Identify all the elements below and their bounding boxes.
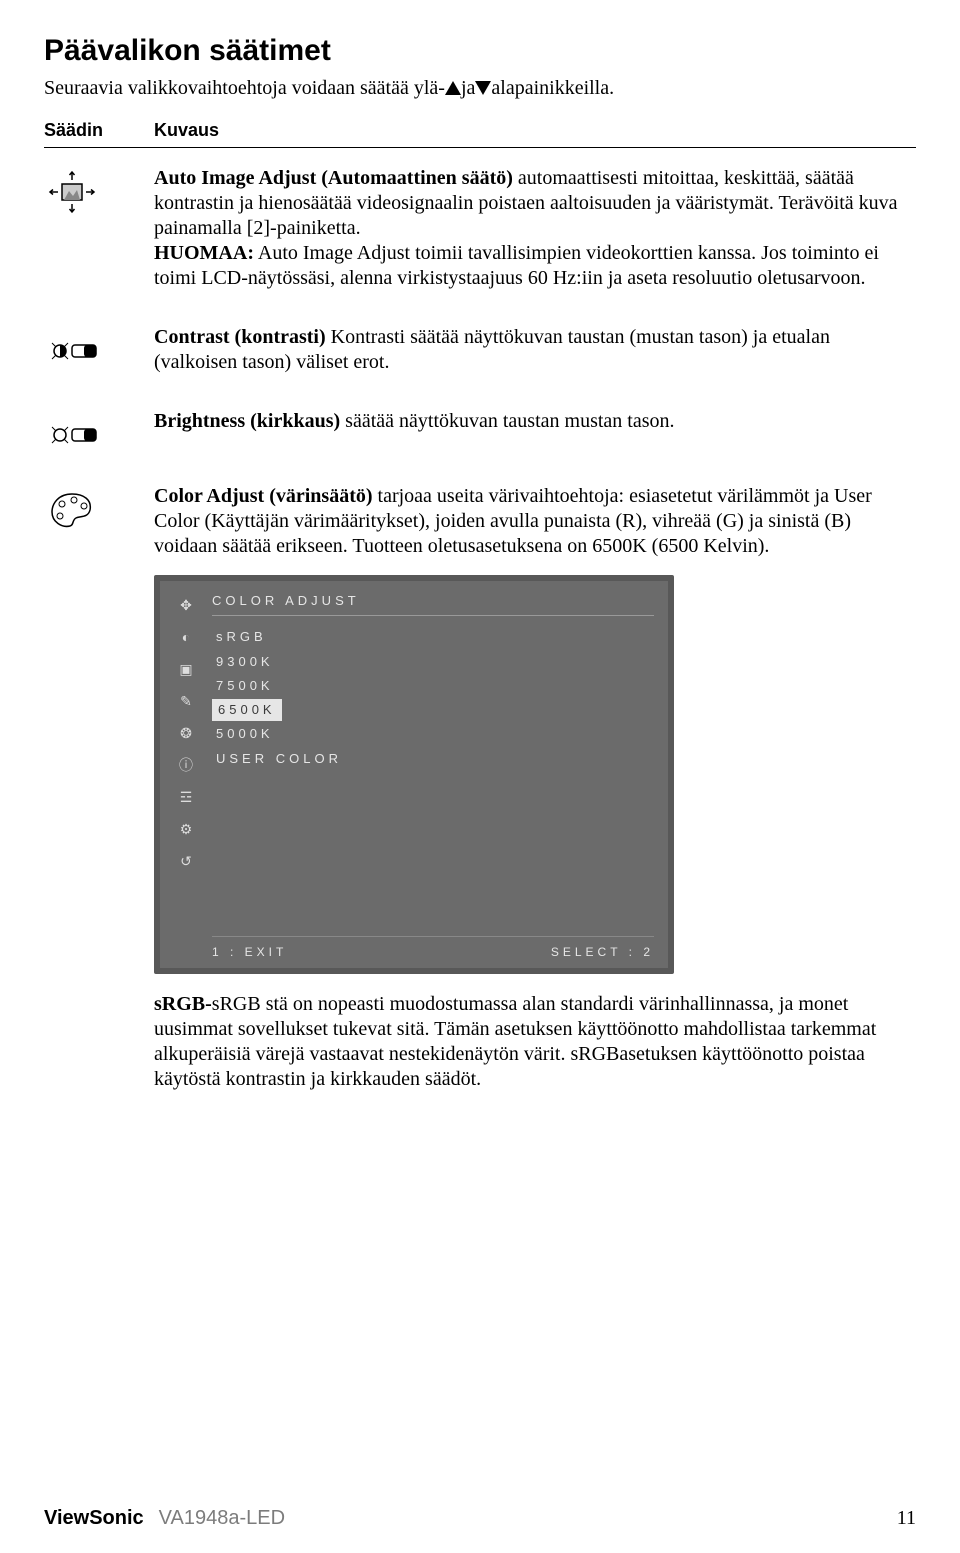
table-header-description: Kuvaus xyxy=(154,119,916,142)
intro-mid: ja xyxy=(461,77,475,99)
footer-page-number: 11 xyxy=(897,1506,916,1531)
color-label: Color Adjust (värinsäätö) xyxy=(154,485,373,507)
osd-title: COLOR ADJUST xyxy=(212,591,654,616)
table-row: Contrast (kontrasti) Kontrasti säätää nä… xyxy=(44,325,916,391)
osd-side-reset-icon: ↺ xyxy=(177,851,199,873)
table-header-row: Säädin Kuvaus xyxy=(44,119,916,149)
osd-side-setup-icon: ⚙ xyxy=(177,819,199,841)
contrast-icon xyxy=(44,327,100,375)
srgb-desc: sRGB-sRGB stä on nopeasti muodostumassa … xyxy=(154,992,916,1092)
color-adjust-icon xyxy=(44,486,100,534)
osd-exit-label: 1 : EXIT xyxy=(212,945,287,960)
brightness-icon xyxy=(44,411,100,459)
osd-item-5000k[interactable]: 5000K xyxy=(212,723,654,745)
auto-note-text: Auto Image Adjust toimii tavallisimpien … xyxy=(154,242,879,289)
osd-item-6500k[interactable]: 6500K xyxy=(212,699,282,721)
osd-sidebar: ✥ ◐ ▣ ✎ ❂ ⓘ ☲ ⚙ ↺ xyxy=(168,591,208,960)
table-row: Color Adjust (värinsäätö) tarjoaa useita… xyxy=(44,484,916,1108)
brightness-label: Brightness (kirkkaus) xyxy=(154,410,340,432)
auto-image-adjust-desc: Auto Image Adjust (Automaattinen säätö) … xyxy=(154,166,916,291)
osd-side-color-icon: ✎ xyxy=(177,691,199,713)
osd-select-label: SELECT : 2 xyxy=(551,945,654,960)
brightness-desc: Brightness (kirkkaus) säätää näyttökuvan… xyxy=(154,409,916,434)
osd-side-palette-icon: ❂ xyxy=(177,723,199,745)
osd-item-user-color[interactable]: USER COLOR xyxy=(212,748,654,770)
contrast-label: Contrast (kontrasti) xyxy=(154,326,326,348)
intro-text: Seuraavia valikkovaihtoehtoja voidaan sä… xyxy=(44,76,916,101)
intro-pre: Seuraavia valikkovaihtoehtoja voidaan sä… xyxy=(44,77,445,99)
srgb-text: sRGB stä on nopeasti muodostumassa alan … xyxy=(154,993,876,1090)
srgb-label: sRGB- xyxy=(154,993,212,1015)
osd-side-info-icon: ⓘ xyxy=(177,755,199,777)
osd-side-contrast-icon: ◐ xyxy=(177,627,199,649)
osd-panel: ✥ ◐ ▣ ✎ ❂ ⓘ ☲ ⚙ ↺ COLOR ADJUST sRGB xyxy=(154,575,674,974)
auto-note-label: HUOMAA: xyxy=(154,242,254,264)
osd-side-auto-icon: ✥ xyxy=(177,595,199,617)
brightness-text: säätää näyttökuvan taustan mustan tason. xyxy=(340,410,674,432)
down-arrow-icon xyxy=(475,81,491,95)
footer-model: VA1948a-LED xyxy=(159,1507,285,1529)
contrast-desc: Contrast (kontrasti) Kontrasti säätää nä… xyxy=(154,325,916,375)
color-adjust-desc: Color Adjust (värinsäätö) tarjoaa useita… xyxy=(154,484,916,559)
osd-item-srgb[interactable]: sRGB xyxy=(212,626,654,648)
osd-side-manual-icon: ☲ xyxy=(177,787,199,809)
table-row: Brightness (kirkkaus) säätää näyttökuvan… xyxy=(44,409,916,466)
footer-brand: ViewSonic xyxy=(44,1507,144,1529)
osd-footer: 1 : EXIT SELECT : 2 xyxy=(212,936,654,960)
page-footer: ViewSonic VA1948a-LED 11 xyxy=(44,1506,916,1531)
osd-menu-list: sRGB 9300K 7500K 6500K 5000K USER COLOR xyxy=(212,626,654,926)
page-title: Päävalikon säätimet xyxy=(44,32,916,70)
up-arrow-icon xyxy=(445,81,461,95)
auto-label: Auto Image Adjust (Automaattinen säätö) xyxy=(154,167,513,189)
intro-post: alapainikkeilla. xyxy=(491,77,614,99)
controls-table: Säädin Kuvaus Auto Image Adjust (Automaa… xyxy=(44,119,916,1109)
osd-item-7500k[interactable]: 7500K xyxy=(212,675,654,697)
osd-side-input-icon: ▣ xyxy=(177,659,199,681)
table-header-control: Säädin xyxy=(44,119,154,142)
osd-item-9300k[interactable]: 9300K xyxy=(212,651,654,673)
auto-image-adjust-icon xyxy=(44,168,100,216)
table-row: Auto Image Adjust (Automaattinen säätö) … xyxy=(44,166,916,307)
